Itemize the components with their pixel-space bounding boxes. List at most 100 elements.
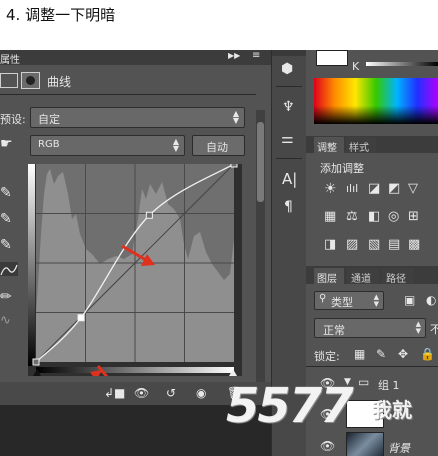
filter-pixel-icon[interactable]: ▣ <box>404 294 415 306</box>
tab-styles-label: 样式 <box>349 143 369 154</box>
panel-title: 曲线 <box>47 75 72 89</box>
k-slider-track[interactable] <box>366 62 438 66</box>
3d-cube-icon[interactable]: ⬢ <box>281 62 293 76</box>
channel-select[interactable]: RGB ▲ ▼ <box>30 135 185 156</box>
lock-label: 锁定: <box>314 350 340 363</box>
opacity-label-partial: 不 <box>430 323 438 336</box>
dock-grip[interactable] <box>272 50 306 56</box>
posterize-icon[interactable]: ▨ <box>346 238 358 251</box>
curve-control-point[interactable] <box>145 211 153 219</box>
dock-divider <box>276 158 302 159</box>
vibrance-icon[interactable]: ▽ <box>408 182 418 195</box>
lock-image-icon[interactable]: ✎ <box>376 348 386 360</box>
auto-button-label: 自动 <box>206 141 228 154</box>
channel-mixer-icon[interactable]: ⊞ <box>408 210 419 223</box>
tab-styles[interactable]: 样式 <box>346 137 376 154</box>
color-balance-icon[interactable]: ⚖ <box>346 210 358 223</box>
tab-channels[interactable]: 通道 <box>347 268 379 285</box>
select-arrows-icon: ▲ ▼ <box>415 320 421 335</box>
preset-label: 预设: <box>0 113 26 126</box>
properties-panel: 属性 ▶▶ ≡ 曲线 预设: 自定 ▲▼ ☛ RGB ▲▼ 自动 ✎ ✎ ✎ <box>0 50 271 405</box>
properties-tab[interactable]: 属性 <box>0 51 20 66</box>
preset-select[interactable]: 自定 ▲ ▼ <box>30 107 245 128</box>
select-arrows-icon: ▲ ▼ <box>373 293 379 308</box>
curve-wave-icon <box>0 264 18 276</box>
curve-graph-frame <box>28 164 242 376</box>
watermark-number: 5577 <box>226 378 354 434</box>
blend-mode-select[interactable]: 正常 ▲ ▼ <box>314 318 426 338</box>
watermark-text: 我就 <box>372 398 412 422</box>
tab-adjustments[interactable]: 调整 <box>314 137 344 154</box>
watermark: 5577 我就 <box>226 378 436 448</box>
white-eyedropper-icon[interactable]: ✎ <box>0 238 12 252</box>
tab-adjustments-label: 调整 <box>317 143 337 154</box>
channel-value: RGB <box>38 139 60 150</box>
curve-control-point[interactable] <box>230 164 238 168</box>
curve-tool-icon[interactable] <box>0 262 18 276</box>
black-white-icon[interactable]: ◧ <box>368 210 380 223</box>
add-adjustment-title: 添加调整 <box>320 162 364 175</box>
tab-paths-label: 路径 <box>386 274 406 285</box>
curve-graph[interactable] <box>28 164 242 376</box>
curves-icon[interactable]: ◪ <box>368 182 380 195</box>
adjustments-tab-bar: 调整 样式 <box>306 136 438 154</box>
pencil-icon[interactable]: ✏ <box>0 290 12 304</box>
color-panel: K <box>306 50 438 130</box>
adjustment-type-icon <box>0 73 18 88</box>
layers-divider <box>306 366 438 367</box>
output-gradient-bar <box>28 164 35 366</box>
auto-button[interactable]: 自动 <box>192 135 245 156</box>
filter-adjustment-icon[interactable]: ◐ <box>426 294 436 306</box>
character-icon[interactable]: A| <box>282 172 297 187</box>
paragraph-icon[interactable]: ¶ <box>284 200 293 214</box>
reset-icon[interactable]: ↺ <box>166 387 176 399</box>
step-title: 4. 调整一下明暗 <box>6 6 116 24</box>
title-divider <box>0 94 256 95</box>
collapse-arrows-icon[interactable]: ▶▶ <box>228 52 240 60</box>
photoshop-window: 属性 ▶▶ ≡ 曲线 预设: 自定 ▲▼ ☛ RGB ▲▼ 自动 ✎ ✎ ✎ <box>0 50 438 456</box>
curve-control-point[interactable] <box>32 358 40 366</box>
exposure-icon[interactable]: ◩ <box>388 182 400 195</box>
panel-menu-icon[interactable]: ≡ <box>252 51 260 61</box>
lock-position-icon[interactable]: ✥ <box>398 348 408 360</box>
lock-transparent-icon[interactable]: ▦ <box>354 348 365 360</box>
black-eyedropper-icon[interactable]: ✎ <box>0 186 12 200</box>
properties-scrollbar[interactable] <box>256 110 265 400</box>
target-hand-icon[interactable]: ☛ <box>0 137 13 151</box>
dock-divider <box>276 86 302 87</box>
mask-icon[interactable] <box>21 72 40 89</box>
threshold-icon[interactable]: ▧ <box>368 238 380 251</box>
adjustments-panel: 调整 样式 添加调整 ☀ ılıl ◪ ◩ ▽ ▦ ⚖ ◧ ◎ ⊞ ◨ ▨ ▧ … <box>306 136 438 260</box>
background-color-swatch[interactable] <box>316 50 348 66</box>
properties-header-bar: 属性 ▶▶ ≡ <box>0 50 271 66</box>
lock-all-icon[interactable]: 🔒 <box>420 348 435 360</box>
smooth-icon[interactable]: ∿ <box>0 314 11 327</box>
brush-icon[interactable]: ♆ <box>282 100 295 114</box>
gray-eyedropper-icon[interactable]: ✎ <box>0 212 12 226</box>
invert-icon[interactable]: ◨ <box>324 238 336 251</box>
k-label: K <box>352 60 360 73</box>
clip-to-layer-icon[interactable]: ↲■ <box>104 387 125 399</box>
preset-value: 自定 <box>38 113 60 126</box>
input-gradient-bar <box>36 367 234 373</box>
visibility-eye-icon[interactable]: ◉ <box>196 387 206 399</box>
curve-control-point[interactable] <box>77 314 85 322</box>
selective-color-icon[interactable]: ▩ <box>408 238 420 251</box>
brightness-icon[interactable]: ☀ <box>324 182 337 196</box>
gradient-map-icon[interactable]: ▤ <box>388 238 400 251</box>
layer-filter-select[interactable]: ⚲ 类型 ▲ ▼ <box>314 291 384 310</box>
layers-tab-bar: 图层 通道 路径 <box>306 266 438 285</box>
scrollbar-thumb[interactable] <box>257 122 264 202</box>
blend-mode-value: 正常 <box>323 324 345 337</box>
tab-channels-label: 通道 <box>351 274 371 285</box>
search-icon: ⚲ <box>319 293 327 304</box>
brush-presets-icon[interactable]: ⚌ <box>281 132 294 146</box>
color-spectrum[interactable] <box>314 78 438 124</box>
hue-saturation-icon[interactable]: ▦ <box>324 210 336 223</box>
levels-icon[interactable]: ılıl <box>346 183 358 194</box>
photo-filter-icon[interactable]: ◎ <box>388 210 399 223</box>
tab-paths[interactable]: 路径 <box>382 268 414 285</box>
view-previous-state-icon[interactable]: 👁 <box>134 387 149 399</box>
tab-layers[interactable]: 图层 <box>314 268 344 285</box>
tab-layers-label: 图层 <box>317 274 337 285</box>
